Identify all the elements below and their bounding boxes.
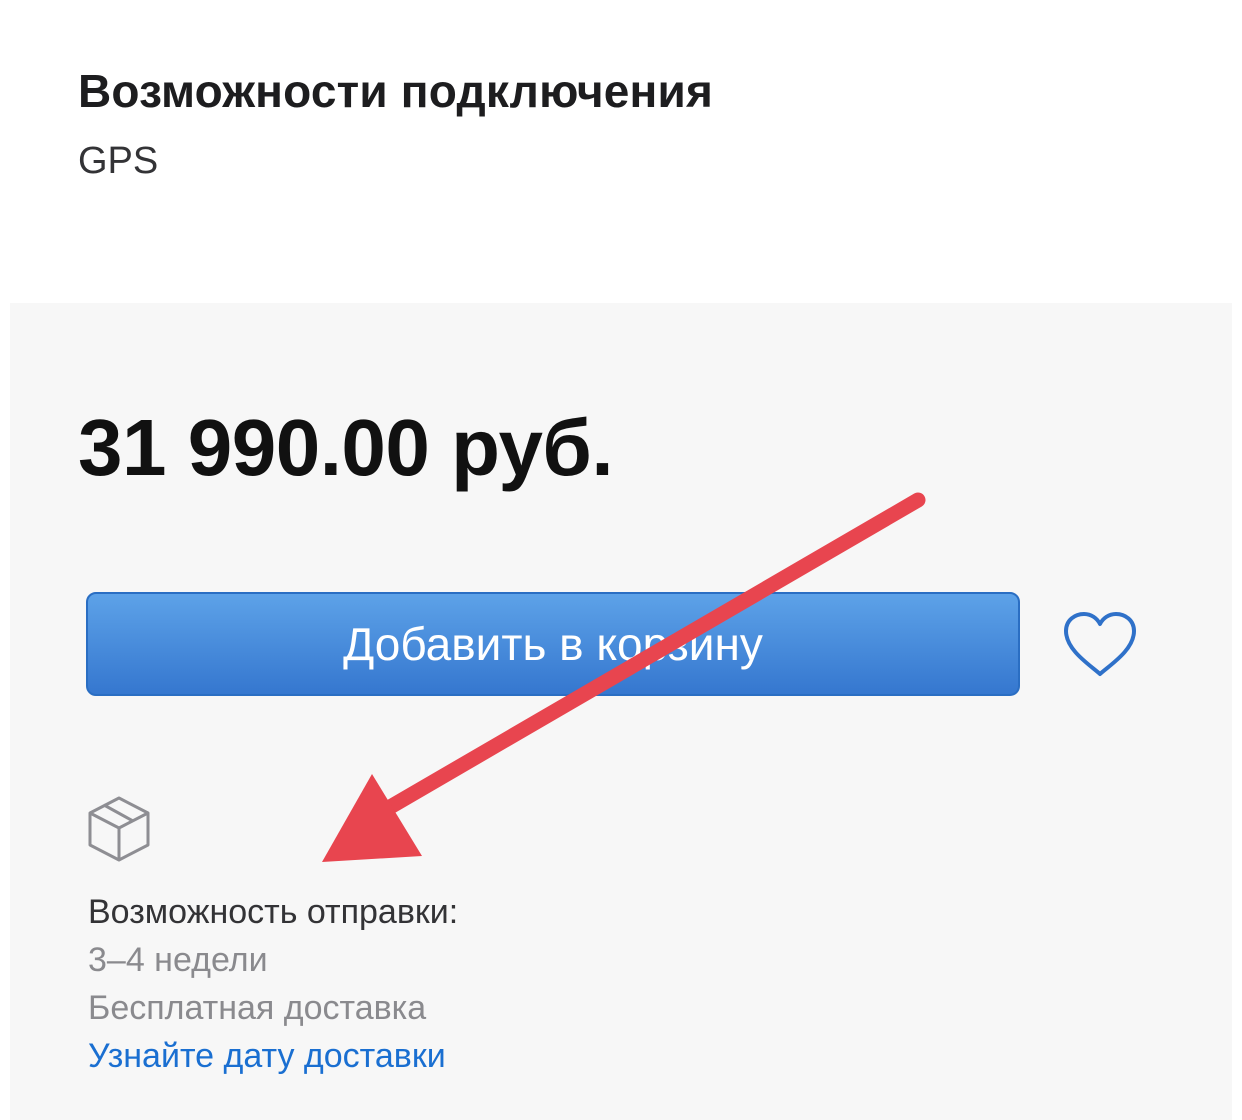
connectivity-title: Возможности подключения bbox=[78, 65, 714, 117]
delivery-date-link[interactable]: Узнайте дату доставки bbox=[88, 1037, 446, 1076]
product-page: Возможности подключения GPS 31 990.00 ру… bbox=[0, 0, 1242, 1120]
add-to-cart-button[interactable]: Добавить в корзину bbox=[86, 592, 1020, 696]
free-delivery-text: Бесплатная доставка bbox=[88, 989, 427, 1027]
favorite-button[interactable] bbox=[1060, 610, 1140, 680]
shipping-label: Возможность отправки: bbox=[88, 893, 459, 931]
product-price: 31 990.00 руб. bbox=[78, 403, 614, 492]
connectivity-value: GPS bbox=[78, 140, 159, 182]
heart-outline-icon bbox=[1064, 612, 1136, 676]
shipping-time: 3–4 недели bbox=[88, 941, 268, 979]
box-icon bbox=[86, 794, 152, 864]
